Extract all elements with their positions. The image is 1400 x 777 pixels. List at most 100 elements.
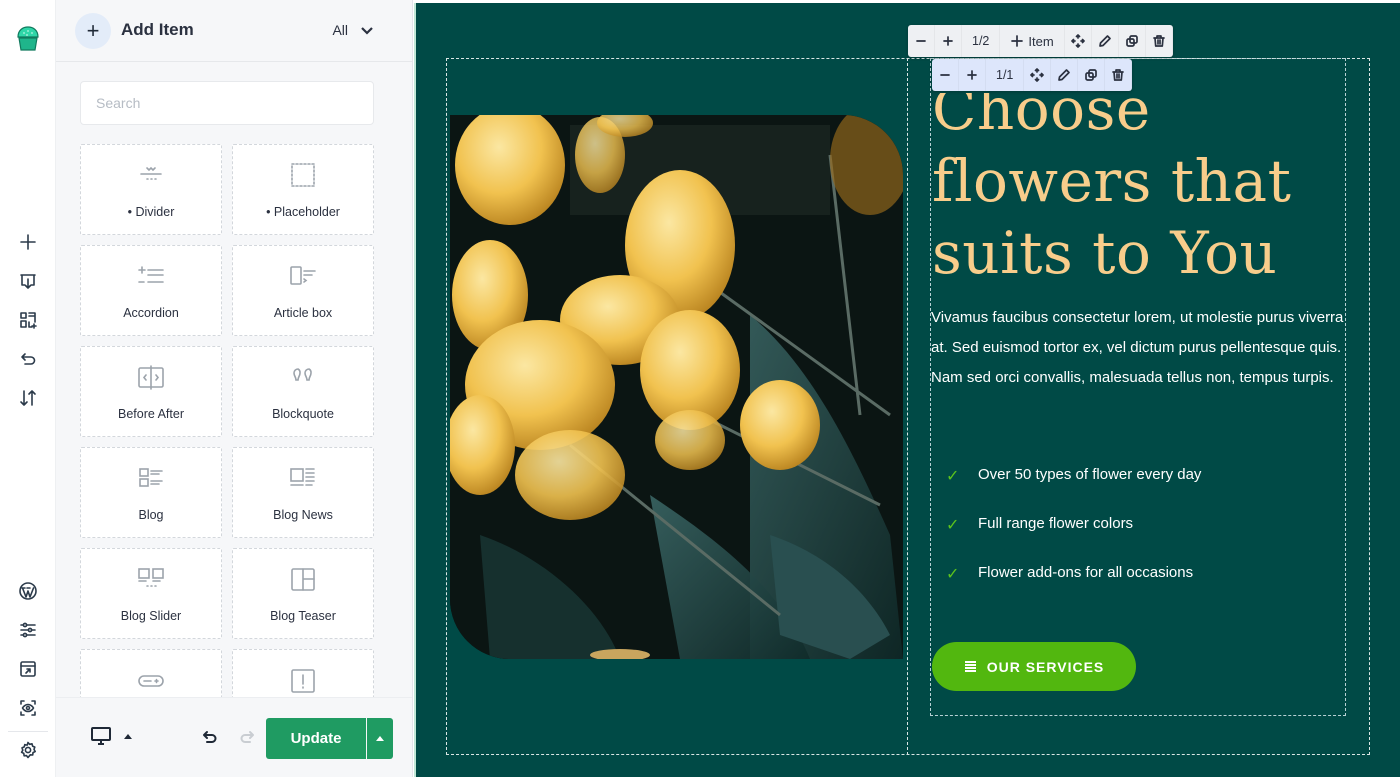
- blog-icon: [136, 466, 166, 492]
- import-icon[interactable]: [14, 267, 42, 295]
- add-item-panel: + Add Item All • Divider • Placeholder A…: [56, 0, 413, 777]
- icon-rail: [0, 0, 56, 777]
- add-item-label: Item: [1028, 33, 1054, 49]
- accordion-icon: [136, 264, 166, 290]
- feature-item[interactable]: ✓ Full range flower colors: [946, 515, 1201, 564]
- item-tile-blog-slider[interactable]: Blog Slider: [80, 548, 222, 639]
- plus-icon: +: [86, 18, 100, 43]
- article-box-icon: [288, 264, 318, 290]
- panel-footer: Update: [56, 697, 412, 777]
- edit-button[interactable]: [1092, 25, 1119, 57]
- column-divider: [907, 58, 908, 755]
- column-count: 1/1: [986, 59, 1025, 91]
- layout-add-icon[interactable]: [14, 306, 42, 334]
- plus-icon: [943, 36, 953, 46]
- our-services-button[interactable]: OUR SERVICES: [932, 642, 1136, 691]
- column-toolbar: 1/1: [932, 59, 1133, 91]
- alert-icon: [288, 668, 318, 694]
- item-label: • Placeholder: [266, 205, 340, 219]
- settings-gear-icon[interactable]: [14, 736, 42, 764]
- column-count: 1/2: [962, 25, 1001, 57]
- add-item-toolbar-button[interactable]: Item: [1000, 25, 1065, 57]
- increase-columns-button[interactable]: [935, 25, 962, 57]
- preview-window-icon[interactable]: [14, 655, 42, 683]
- headline[interactable]: Choose flowers that suits to You: [932, 93, 1352, 289]
- add-item-button[interactable]: +: [75, 13, 111, 49]
- body-paragraph[interactable]: Vivamus faucibus consectetur lorem, ut m…: [931, 303, 1347, 393]
- feature-list: ✓ Over 50 types of flower every day ✓ Full…: [946, 466, 1201, 613]
- item-tile-button[interactable]: [80, 649, 222, 697]
- item-tile-accordion[interactable]: Accordion: [80, 245, 222, 336]
- sort-icon[interactable]: [14, 384, 42, 412]
- item-label: Blog Slider: [120, 609, 182, 623]
- rail-divider: [8, 731, 48, 732]
- button-icon: [136, 668, 166, 694]
- item-tile-before-after[interactable]: Before After: [80, 346, 222, 437]
- item-label: Blog News: [273, 508, 333, 522]
- editor-canvas: 1/2 Item 1/1 Choose flowers that suits t…: [414, 3, 1400, 777]
- eye-scan-icon[interactable]: [14, 694, 42, 722]
- caret-up-icon: [376, 736, 384, 741]
- caret-up-icon: [124, 733, 132, 739]
- item-tile-article-box[interactable]: Article box: [232, 245, 374, 336]
- minus-icon: [940, 74, 950, 76]
- update-button[interactable]: Update: [266, 718, 366, 759]
- decrease-button[interactable]: [932, 59, 959, 91]
- panel-title: Add Item: [121, 20, 194, 39]
- decrease-columns-button[interactable]: [908, 25, 935, 57]
- move-arrows-icon: [1030, 68, 1045, 82]
- increase-button[interactable]: [959, 59, 986, 91]
- pencil-icon: [1058, 69, 1071, 81]
- pencil-icon: [1098, 35, 1111, 47]
- feature-item[interactable]: ✓ Over 50 types of flower every day: [946, 466, 1201, 515]
- redo-icon: [240, 731, 254, 743]
- item-tile-divider[interactable]: • Divider: [80, 144, 222, 235]
- undo-button[interactable]: [201, 728, 221, 748]
- add-icon[interactable]: [14, 228, 42, 256]
- trash-icon: [1152, 35, 1165, 47]
- edit-button[interactable]: [1051, 59, 1079, 91]
- item-tile-placeholder[interactable]: • Placeholder: [232, 144, 374, 235]
- plus-icon: [967, 70, 977, 80]
- delete-button[interactable]: [1105, 59, 1133, 91]
- update-options-button[interactable]: [367, 718, 393, 759]
- item-tile-blog[interactable]: Blog: [80, 447, 222, 538]
- sliders-icon[interactable]: [14, 616, 42, 644]
- wordpress-icon[interactable]: [14, 577, 42, 605]
- item-tile-blockquote[interactable]: Blockquote: [232, 346, 374, 437]
- move-button[interactable]: [1024, 59, 1052, 91]
- blockquote-icon: [288, 365, 318, 391]
- duplicate-button[interactable]: [1119, 25, 1146, 57]
- item-label: Blog: [138, 508, 164, 522]
- search-input[interactable]: [80, 81, 374, 125]
- item-tile-alert[interactable]: [232, 649, 374, 697]
- move-button[interactable]: [1065, 25, 1092, 57]
- placeholder-icon: [288, 163, 318, 189]
- flower-image[interactable]: [450, 115, 903, 659]
- list-lines-icon: [964, 661, 976, 672]
- duplicate-icon: [1125, 35, 1138, 47]
- checkmark-icon: ✓: [946, 517, 960, 534]
- item-label: Blog Teaser: [270, 609, 336, 623]
- category-filter-dropdown[interactable]: All: [332, 22, 374, 38]
- redo-button[interactable]: [238, 728, 258, 748]
- item-label: Accordion: [123, 306, 179, 320]
- cupcake-logo-icon[interactable]: [13, 24, 43, 54]
- history-undo-icon[interactable]: [14, 345, 42, 373]
- item-tile-blog-news[interactable]: Blog News: [232, 447, 374, 538]
- item-tile-blog-teaser[interactable]: Blog Teaser: [232, 548, 374, 639]
- duplicate-button[interactable]: [1078, 59, 1106, 91]
- blog-news-icon: [288, 466, 318, 492]
- divider-icon: [136, 163, 166, 189]
- cta-label: OUR SERVICES: [986, 658, 1105, 675]
- item-label: Before After: [117, 407, 184, 421]
- device-preview-toggle[interactable]: [90, 726, 132, 746]
- yellow-tulips-photo: [450, 115, 903, 659]
- panel-header: + Add Item All: [56, 0, 412, 62]
- delete-button[interactable]: [1146, 25, 1173, 57]
- feature-text: Over 50 types of flower every day: [978, 466, 1202, 483]
- feature-item[interactable]: ✓ Flower add-ons for all occasions: [946, 564, 1201, 613]
- chevron-down-icon: [361, 27, 373, 35]
- filter-value: All: [332, 22, 348, 38]
- item-grid: • Divider • Placeholder Accordion Articl…: [80, 144, 374, 697]
